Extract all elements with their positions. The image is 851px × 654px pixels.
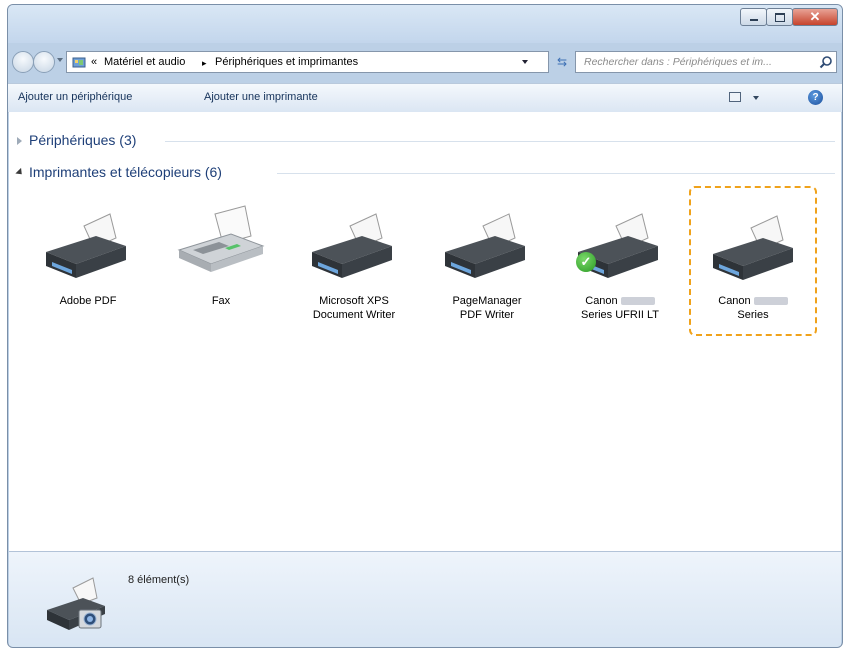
group-divider [277, 173, 835, 174]
default-printer-check-icon: ✓ [576, 252, 596, 272]
printer-microsoft-xps[interactable]: Microsoft XPS Document Writer [290, 186, 418, 336]
printer-name-line2: PDF Writer [459, 309, 515, 321]
printer-label: Microsoft XPS Document Writer [290, 294, 418, 322]
printer-label: PageManager PDF Writer [423, 294, 551, 322]
printer-name: PageManager [452, 295, 522, 307]
printer-name: Microsoft XPS [319, 295, 389, 307]
printer-label: Adobe PDF [24, 294, 152, 308]
navigation-row: « Matériel et audio ▸ Périphériques et i… [8, 49, 842, 77]
help-icon[interactable]: ? [808, 90, 823, 105]
explorer-window: ✕ « Matériel et audio ▸ Périphériques et… [7, 4, 843, 648]
content-pane: Périphériques (3) Imprimantes et télécop… [9, 112, 841, 551]
back-button[interactable] [12, 51, 34, 73]
printers-group-header[interactable]: Imprimantes et télécopieurs (6) [15, 163, 835, 183]
printer-name: Fax [211, 295, 231, 307]
forward-button[interactable] [33, 51, 55, 73]
change-view-icon[interactable] [729, 92, 741, 102]
printer-name: Adobe PDF [59, 295, 117, 307]
printer-adobe-pdf[interactable]: Adobe PDF [24, 186, 152, 336]
printer-name-line2: Document Writer [312, 309, 396, 321]
printer-icon [713, 215, 793, 280]
devices-group-title: Périphériques (3) [29, 132, 137, 148]
search-icon[interactable] [819, 55, 833, 69]
collapse-arrow-icon[interactable] [15, 167, 25, 178]
address-dropdown-icon[interactable] [522, 60, 528, 64]
printer-canon-selected[interactable]: Canon Series [689, 186, 817, 336]
devices-group-header[interactable]: Périphériques (3) [15, 131, 835, 151]
printer-label: Canon Series UFRII LT [556, 294, 684, 322]
search-placeholder: Rechercher dans : Périphériques et im... [584, 56, 772, 68]
printer-label: Fax [157, 294, 285, 308]
view-options-dropdown-icon[interactable] [753, 96, 759, 100]
printer-name-line2: Series [737, 309, 769, 321]
close-button[interactable]: ✕ [792, 8, 838, 26]
refresh-icon[interactable]: ⇆ [552, 51, 572, 73]
printer-name-line2: Series UFRII LT [580, 309, 660, 321]
breadcrumb-separator-icon[interactable]: ▸ [202, 58, 207, 69]
printers-group-title: Imprimantes et télécopieurs (6) [29, 164, 222, 180]
expand-arrow-icon[interactable] [17, 137, 22, 145]
recent-pages-dropdown[interactable] [57, 58, 63, 62]
search-box[interactable]: Rechercher dans : Périphériques et im... [575, 51, 837, 73]
printer-name: Canon [718, 295, 751, 307]
printer-icon [312, 213, 392, 278]
minimize-button[interactable] [740, 8, 767, 26]
item-count: 8 élément(s) [128, 574, 190, 586]
printer-icon [46, 213, 126, 278]
control-panel-icon [72, 57, 86, 68]
printer-canon-ufrii[interactable]: ✓ Canon Series UFRII LT [556, 186, 684, 336]
details-pane: 8 élément(s) [9, 551, 841, 647]
command-bar: Ajouter un périphérique Ajouter une impr… [8, 83, 842, 113]
printer-name: Canon [585, 295, 618, 307]
printer-pagemanager[interactable]: PageManager PDF Writer [423, 186, 551, 336]
breadcrumb-devices-printers[interactable]: Périphériques et imprimantes [215, 56, 358, 68]
printer-icon [445, 213, 525, 278]
redacted-model [753, 297, 788, 306]
printer-icon [578, 213, 658, 278]
close-icon: ✕ [809, 9, 821, 24]
group-divider [165, 141, 835, 142]
add-device-button[interactable]: Ajouter un périphérique [18, 91, 132, 103]
maximize-button[interactable] [766, 8, 793, 26]
address-bar[interactable]: « Matériel et audio ▸ Périphériques et i… [66, 51, 549, 73]
fax[interactable]: Fax [157, 186, 285, 336]
fax-icon [177, 205, 265, 272]
title-bar: ✕ [8, 5, 842, 43]
add-printer-button[interactable]: Ajouter une imprimante [204, 91, 318, 103]
breadcrumb-hardware-sound[interactable]: Matériel et audio [104, 56, 185, 68]
printer-label: Canon Series [691, 294, 815, 322]
breadcrumb-overflow[interactable]: « [91, 56, 97, 68]
devices-printers-icon [47, 577, 105, 630]
redacted-model [620, 297, 655, 306]
